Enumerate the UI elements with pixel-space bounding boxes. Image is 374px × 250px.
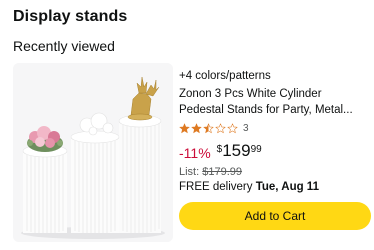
star-empty-icon <box>227 122 238 133</box>
price-whole: 159 <box>222 141 251 160</box>
star-full-icon <box>191 122 202 133</box>
list-price-value: $179.99 <box>202 166 243 178</box>
middle-cylinder <box>70 130 120 233</box>
delivery-date: Tue, Aug 11 <box>255 181 319 193</box>
page: Display stands Recently viewed +4 colors… <box>0 0 374 250</box>
list-price-row: List: $179.99 <box>179 166 374 178</box>
section-title: Display stands <box>13 8 128 25</box>
product-card[interactable]: +4 colors/patterns Zonon 3 Pcs White Cyl… <box>13 63 374 243</box>
recently-viewed-title: Recently viewed <box>13 38 115 54</box>
rating-row[interactable]: 3 <box>179 121 374 135</box>
delivery-info: FREE delivery Tue, Aug 11 <box>179 181 374 193</box>
discount-badge: -11% <box>179 145 211 161</box>
add-to-cart-button[interactable]: Add to Cart <box>179 202 371 230</box>
variants-text[interactable]: +4 colors/patterns <box>179 69 374 84</box>
product-title[interactable]: Zonon 3 Pcs White Cylinder Pedestal Stan… <box>179 86 374 118</box>
product-title-line2[interactable]: Pedestal Stands for Party, Metal... <box>179 102 361 118</box>
star-rating[interactable] <box>179 122 238 134</box>
tall-cylinder <box>118 114 162 233</box>
short-cylinder <box>22 144 68 233</box>
pedestal-stands-image <box>13 63 173 242</box>
product-title-line1[interactable]: Zonon 3 Pcs White Cylinder <box>179 88 322 100</box>
price: $ 159 99 <box>217 141 262 161</box>
product-details: +4 colors/patterns Zonon 3 Pcs White Cyl… <box>179 69 374 193</box>
list-price-label: List: <box>179 166 200 178</box>
rating-count[interactable]: 3 <box>243 123 249 134</box>
star-half-icon <box>203 122 214 133</box>
product-image[interactable] <box>13 63 173 242</box>
price-row: -11% $ 159 99 <box>179 141 374 163</box>
star-empty-icon <box>215 122 226 133</box>
star-full-icon <box>179 122 190 133</box>
price-fraction: 99 <box>250 144 262 155</box>
delivery-prefix: FREE delivery <box>179 181 253 193</box>
